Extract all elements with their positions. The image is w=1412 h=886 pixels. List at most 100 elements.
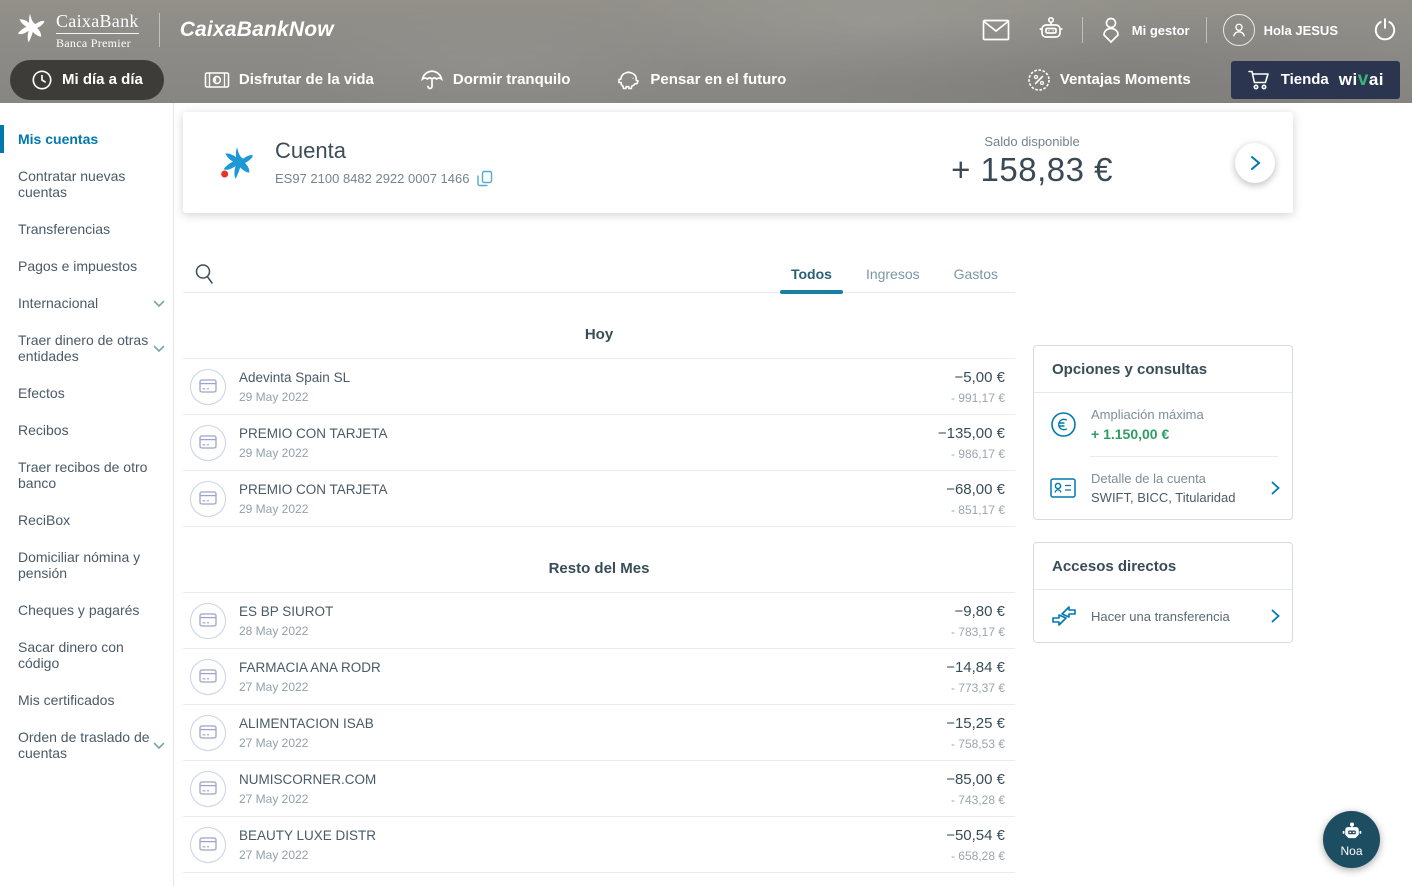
sidebar-item[interactable]: ReciBox	[0, 506, 173, 534]
sidebar-item[interactable]: Traer recibos de otro banco	[0, 453, 173, 497]
nav-label: Mi día a día	[62, 71, 143, 88]
sidebar-item[interactable]: Pagos e impuestos	[0, 252, 173, 280]
ampliacion-label: Ampliación máxima	[1091, 407, 1204, 422]
piggy-bank-icon	[616, 69, 641, 91]
transaction-row[interactable]: BEAUTY LUXE DISTR 27 May 2022 −50,54 € -…	[183, 817, 1015, 873]
sidebar-item-label: Cheques y pagarés	[18, 602, 165, 618]
sidebar-item[interactable]: Sacar dinero con código	[0, 633, 173, 677]
transaction-name: ALIMENTACION ISAB	[239, 716, 374, 731]
transaction-date: 29 May 2022	[239, 502, 388, 516]
search-icon[interactable]	[193, 262, 217, 286]
noa-chatbot-button[interactable]: Noa	[1323, 811, 1380, 868]
account-detail-chevron-button[interactable]	[1235, 143, 1275, 183]
transaction-row[interactable]: ES BP SIUROT 28 May 2022 −9,80 € - 783,1…	[183, 593, 1015, 649]
sidebar-item[interactable]: Orden de traslado de cuentas	[0, 723, 173, 767]
filter-tabs: Todos Ingresos Gastos	[774, 256, 1015, 292]
sidebar-item-label: Internacional	[18, 295, 151, 311]
nav-label: Disfrutar de la vida	[239, 71, 374, 88]
filter-tab[interactable]: Gastos	[937, 256, 1015, 292]
transactions-list: Hoy Ad	[183, 293, 1015, 873]
sidebar-item-label: Traer recibos de otro banco	[18, 459, 165, 491]
opciones-panel-title: Opciones y consultas	[1034, 346, 1292, 393]
nav-mi-dia-a-dia[interactable]: Mi día a día	[10, 60, 164, 100]
chevron-right-icon	[1271, 481, 1280, 495]
transaction-row[interactable]: PREMIO CON TARJETA 29 May 2022 −68,00 € …	[183, 471, 1015, 527]
transaction-balance: - 986,17 €	[938, 447, 1005, 461]
transaction-amount: −85,00 €	[946, 771, 1005, 788]
chatbot-icon[interactable]	[1036, 15, 1066, 45]
transaction-name: BEAUTY LUXE DISTR	[239, 828, 376, 843]
transaction-row[interactable]: FARMACIA ANA RODR 27 May 2022 −14,84 € -…	[183, 649, 1015, 705]
sidebar-item[interactable]: Cheques y pagarés	[0, 596, 173, 624]
nav-dormir[interactable]: Dormir tranquilo	[420, 69, 571, 91]
card-payment-icon	[190, 771, 226, 807]
card-payment-icon	[190, 827, 226, 863]
nav-label: Pensar en el futuro	[650, 71, 786, 88]
sidebar-item[interactable]: Traer dinero de otras entidades	[0, 326, 173, 370]
transaction-amount: −9,80 €	[951, 603, 1005, 620]
transaction-row[interactable]: PREMIO CON TARJETA 29 May 2022 −135,00 €…	[183, 415, 1015, 471]
transaction-row[interactable]: ALIMENTACION ISAB 27 May 2022 −15,25 € -…	[183, 705, 1015, 761]
user-menu[interactable]: Hola JESUS	[1223, 14, 1338, 46]
nav-pensar[interactable]: Pensar en el futuro	[616, 69, 786, 91]
sidebar-item[interactable]: Mis certificados	[0, 686, 173, 714]
detalle-label: Detalle de la cuenta	[1091, 471, 1235, 486]
cart-icon	[1247, 69, 1271, 91]
detalle-sub: SWIFT, BICC, Titularidad	[1091, 490, 1235, 505]
card-payment-icon	[190, 425, 226, 461]
sidebar-item[interactable]: Domiciliar nómina y pensión	[0, 543, 173, 587]
filter-tab[interactable]: Todos	[774, 256, 849, 292]
hacer-transferencia-item[interactable]: Hacer una transferencia	[1034, 590, 1292, 642]
chevron-down-icon	[153, 340, 165, 356]
account-iban: ES97 2100 8482 2922 0007 1466	[275, 171, 469, 186]
saldo-label: Saldo disponible	[951, 134, 1113, 149]
sidebar-item[interactable]: Recibos	[0, 416, 173, 444]
transaction-row[interactable]: NUMISCORNER.COM 27 May 2022 −85,00 € - 7…	[183, 761, 1015, 817]
ampliacion-item[interactable]: Ampliación máxima + 1.150,00 €	[1034, 393, 1292, 456]
transaction-name: NUMISCORNER.COM	[239, 772, 376, 787]
card-payment-icon	[190, 603, 226, 639]
card-payment-icon	[190, 715, 226, 751]
account-card[interactable]: Cuenta ES97 2100 8482 2922 0007 1466 Sal…	[183, 112, 1293, 213]
transaction-amount: −68,00 €	[946, 481, 1005, 498]
copy-icon[interactable]	[477, 170, 493, 187]
transaction-amount: −135,00 €	[938, 425, 1005, 442]
wivai-post: ai	[1369, 70, 1384, 90]
logout-power-icon[interactable]	[1372, 17, 1398, 43]
sidebar-item[interactable]: Efectos	[0, 379, 173, 407]
sidebar-item-label: Mis certificados	[18, 692, 165, 708]
transaction-row[interactable]: Adevinta Spain SL 29 May 2022 −5,00 € - …	[183, 359, 1015, 415]
page-body: Mis cuentas Contratar nuevas cuentas Tra…	[0, 103, 1412, 886]
chevron-right-icon	[1271, 609, 1280, 623]
mi-gestor-button[interactable]: Mi gestor	[1099, 16, 1190, 44]
sidebar-item-label: Sacar dinero con código	[18, 639, 165, 671]
banknote-icon	[204, 70, 230, 90]
tienda-wivai-button[interactable]: Tienda wivai	[1231, 61, 1400, 99]
nav-label: Dormir tranquilo	[453, 71, 571, 88]
saldo-amount: + 158,83 €	[951, 151, 1113, 189]
transaction-balance: - 783,17 €	[951, 625, 1005, 639]
mail-icon[interactable]	[982, 19, 1010, 41]
filter-tab-label: Todos	[791, 266, 832, 282]
nav-ventajas-moments[interactable]: Ventajas Moments	[1027, 68, 1191, 92]
sidebar-item[interactable]: Contratar nuevas cuentas	[0, 162, 173, 206]
transaction-balance: - 743,28 €	[946, 793, 1005, 807]
wivai-pre: wi	[1339, 70, 1358, 90]
brand-sub: Banca Premier	[56, 34, 139, 49]
card-payment-icon	[190, 659, 226, 695]
transaction-date: 27 May 2022	[239, 792, 376, 806]
transaction-amount: −5,00 €	[951, 369, 1005, 386]
detalle-cuenta-item[interactable]: Detalle de la cuenta SWIFT, BICC, Titula…	[1034, 457, 1292, 519]
sidebar-item[interactable]: Internacional	[0, 289, 173, 317]
header-divider	[1082, 17, 1083, 43]
caixabank-star-icon	[12, 10, 48, 51]
filter-tab[interactable]: Ingresos	[849, 256, 937, 292]
nav-disfrutar[interactable]: Disfrutar de la vida	[204, 70, 374, 90]
opciones-panel: Opciones y consultas Ampliación máxima +…	[1033, 345, 1293, 520]
transaction-date: 28 May 2022	[239, 624, 333, 638]
caixabank-logo[interactable]: CaixaBank Banca Premier	[12, 10, 139, 51]
header-top: CaixaBank Banca Premier CaixaBankNow	[0, 0, 1412, 60]
sidebar-item[interactable]: Mis cuentas	[0, 125, 173, 153]
rest-transactions: ES BP SIUROT 28 May 2022 −9,80 € - 783,1…	[183, 592, 1015, 873]
sidebar-item[interactable]: Transferencias	[0, 215, 173, 243]
